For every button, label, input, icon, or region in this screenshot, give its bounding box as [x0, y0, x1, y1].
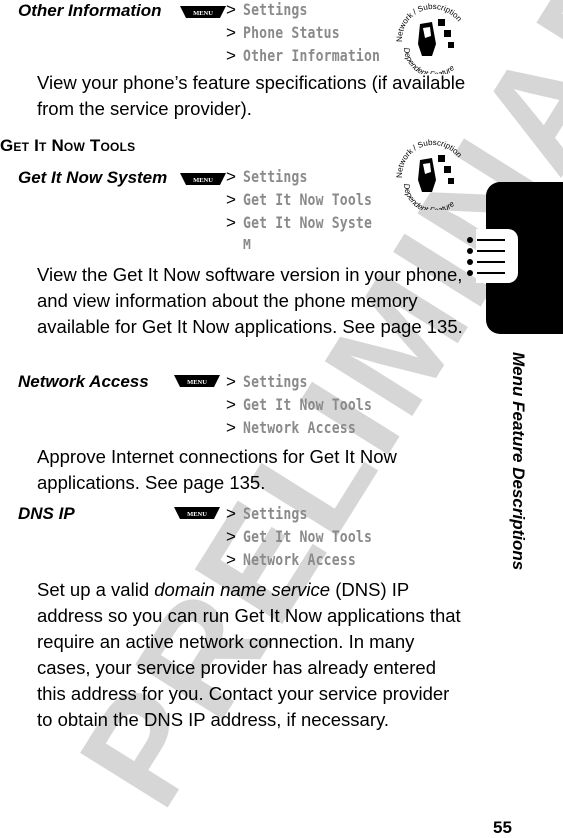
path-step: > Get It Now Tools [226, 395, 373, 414]
description-other-information: View your phone’s feature specifications… [37, 72, 466, 119]
menu-path-dns-ip: > Settings > Get It Now Tools > Network Acc… [226, 502, 400, 571]
menu-path-other-information: > Settings > Phone Status > Other Informati… [226, 0, 410, 67]
menu-key-icon: MENU [174, 506, 220, 520]
path-step: > Settings [226, 167, 308, 186]
svg-text:MENU: MENU [193, 10, 213, 17]
path-step: > Get It Now Tools [226, 190, 373, 209]
path-step: > Settings [226, 372, 308, 391]
network-subscription-feature-icon: Network / Subscription Dependent Feature [390, 138, 476, 215]
path-step: > Get It Now Tools [226, 527, 373, 546]
path-step: > Settings [226, 0, 308, 19]
section-heading-get-it-now-tools: Get It Now Tools [0, 136, 136, 155]
menu-list-icon [466, 236, 510, 284]
chapter-title: Menu Feature Descriptions [509, 352, 528, 571]
description-get-it-now-system: View the Get It Now software version in … [37, 264, 463, 337]
feature-name-get-it-now-system: Get It Now System [18, 168, 168, 187]
menu-key-icon: MENU [174, 374, 220, 388]
feature-name-dns-ip: DNS IP [18, 504, 75, 523]
path-step: > Network Access [226, 418, 356, 437]
menu-path-get-it-now-system: > Settings > Get It Now Tools > Get It Now … [226, 165, 400, 257]
menu-key-icon: MENU [180, 5, 226, 19]
path-step-wrap: m [243, 238, 251, 253]
network-subscription-feature-icon: Network / Subscription Dependent Feature [390, 2, 476, 79]
path-step: > Settings [226, 504, 308, 523]
description-dns-ip: Set up a valid domain name service (DNS)… [37, 579, 461, 730]
path-step: > Network Access [226, 550, 356, 569]
feature-name-other-information: Other Information [18, 1, 162, 20]
page-number: 55 [493, 818, 512, 837]
svg-text:MENU: MENU [193, 177, 213, 184]
menu-key-icon: MENU [180, 172, 226, 186]
svg-text:MENU: MENU [187, 511, 207, 518]
path-step: > Other Information [226, 46, 381, 65]
svg-text:MENU: MENU [187, 379, 207, 386]
description-network-access: Approve Internet connections for Get It … [37, 446, 397, 493]
path-step: > Phone Status [226, 23, 340, 42]
feature-name-network-access: Network Access [18, 372, 149, 391]
menu-path-network-access: > Settings > Get It Now Tools > Network Acc… [226, 370, 400, 439]
path-step: > Get It Now Syste [226, 213, 373, 232]
term-domain-name-service: domain name service [154, 579, 331, 600]
